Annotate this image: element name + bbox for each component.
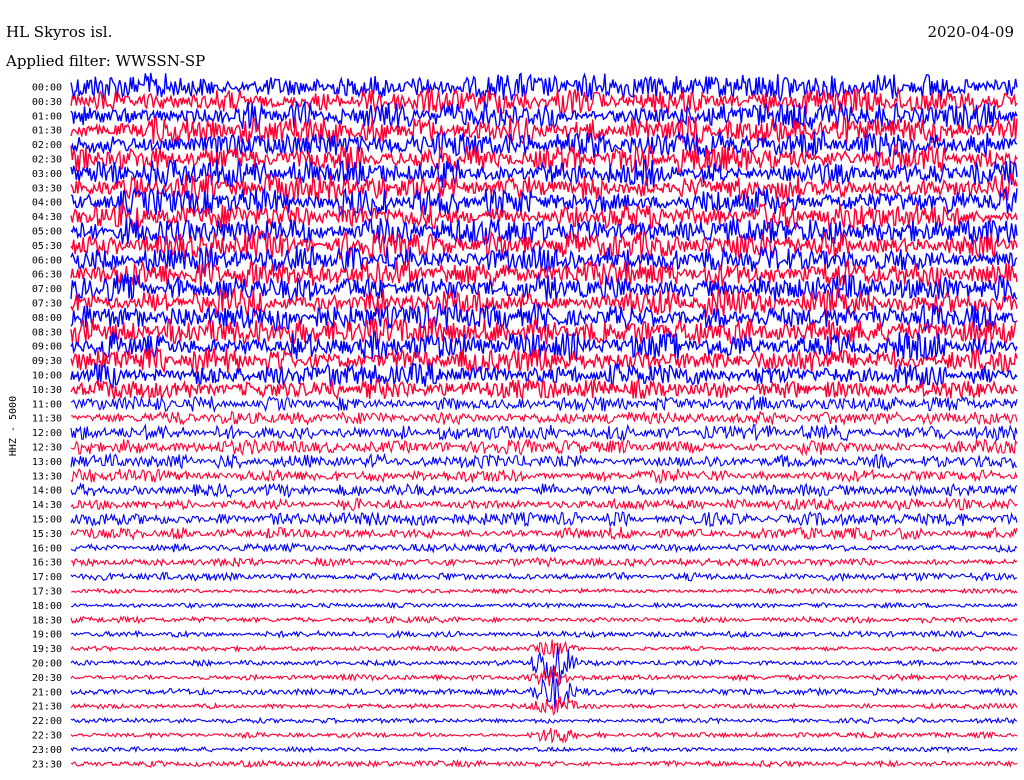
time-tick-label: 23:00 [32, 745, 62, 756]
time-tick-label: 20:30 [32, 673, 62, 684]
trace-line [70, 745, 1018, 754]
time-tick-label: 00:00 [32, 83, 62, 94]
time-tick-label: 23:30 [32, 759, 62, 770]
time-tick-label: 16:30 [32, 558, 62, 569]
date-label: 2020-04-09 [928, 23, 1014, 41]
time-tick-label: 06:00 [32, 255, 62, 266]
time-tick-label: 10:00 [32, 371, 62, 382]
trace-line [70, 716, 1018, 725]
trace-line [70, 758, 1018, 769]
time-tick-label: 19:00 [32, 630, 62, 641]
time-tick-label: 17:30 [32, 587, 62, 598]
time-tick-label: 20:00 [32, 659, 62, 670]
trace-line [70, 541, 1018, 554]
time-tick-label: 12:30 [32, 443, 62, 454]
time-tick-label: 21:30 [32, 702, 62, 713]
time-tick-label: 05:00 [32, 227, 62, 238]
helicorder-chart: 00:00 00:30 01:00 01:30 02:00 02:30 03:00 03:30… [5, 23, 1018, 771]
time-tick-label: 14:30 [32, 500, 62, 511]
time-tick-label: 22:00 [32, 716, 62, 727]
time-tick-label: 01:30 [32, 126, 62, 137]
time-tick-label: 11:00 [32, 399, 62, 410]
filter-label: Applied filter: WWSSN-SP [5, 52, 205, 70]
time-tick-label: 18:00 [32, 601, 62, 612]
station-title: HL Skyros isl. [6, 23, 112, 41]
time-tick-label: 15:00 [32, 515, 62, 526]
trace-line [70, 410, 1018, 426]
trace-line [70, 615, 1018, 625]
time-tick-label: 10:30 [32, 385, 62, 396]
trace-line [70, 394, 1018, 414]
time-tick-label: 02:30 [32, 155, 62, 166]
time-tick-label: 13:30 [32, 471, 62, 482]
time-tick-label: 06:30 [32, 270, 62, 281]
trace-line [70, 496, 1018, 513]
trace-line [70, 526, 1018, 542]
time-tick-label: 17:00 [32, 572, 62, 583]
time-tick-group: 00:00 00:30 01:00 01:30 02:00 02:30 03:00 03:30… [32, 83, 62, 771]
time-tick-label: 03:30 [32, 183, 62, 194]
time-tick-label: 08:00 [32, 313, 62, 324]
time-tick-label: 14:00 [32, 486, 62, 497]
trace-line [70, 346, 1018, 374]
trace-line [70, 556, 1018, 569]
time-tick-label: 19:30 [32, 644, 62, 655]
time-tick-label: 05:30 [32, 241, 62, 252]
trace-line [70, 452, 1018, 470]
time-tick-label: 01:00 [32, 111, 62, 122]
trace-line [70, 571, 1018, 583]
trace-line [70, 468, 1018, 485]
time-tick-label: 18:30 [32, 615, 62, 626]
time-tick-label: 22:30 [32, 731, 62, 742]
time-tick-label: 13:00 [32, 457, 62, 468]
trace-line [70, 639, 1018, 659]
time-tick-label: 04:00 [32, 198, 62, 209]
time-tick-label: 11:30 [32, 414, 62, 425]
trace-line [70, 727, 1018, 745]
trace-group [70, 72, 1018, 769]
trace-line [70, 438, 1018, 457]
time-tick-label: 12:00 [32, 428, 62, 439]
trace-line [70, 510, 1018, 528]
channel-axis-label: HHZ - 5000 [8, 396, 19, 456]
time-tick-label: 15:30 [32, 529, 62, 540]
time-tick-label: 02:00 [32, 140, 62, 151]
time-tick-label: 09:00 [32, 342, 62, 353]
time-tick-label: 16:00 [32, 543, 62, 554]
time-tick-label: 07:00 [32, 284, 62, 295]
trace-line [70, 601, 1018, 610]
time-tick-label: 04:30 [32, 212, 62, 223]
trace-line [70, 587, 1018, 595]
time-tick-label: 07:30 [32, 299, 62, 310]
time-tick-label: 00:30 [32, 97, 62, 108]
trace-line [70, 482, 1018, 499]
trace-line [70, 629, 1018, 639]
time-tick-label: 03:00 [32, 169, 62, 180]
trace-line [70, 423, 1018, 443]
time-tick-label: 21:00 [32, 687, 62, 698]
time-tick-label: 09:30 [32, 356, 62, 367]
time-tick-label: 08:30 [32, 327, 62, 338]
trace-line [70, 695, 1018, 717]
